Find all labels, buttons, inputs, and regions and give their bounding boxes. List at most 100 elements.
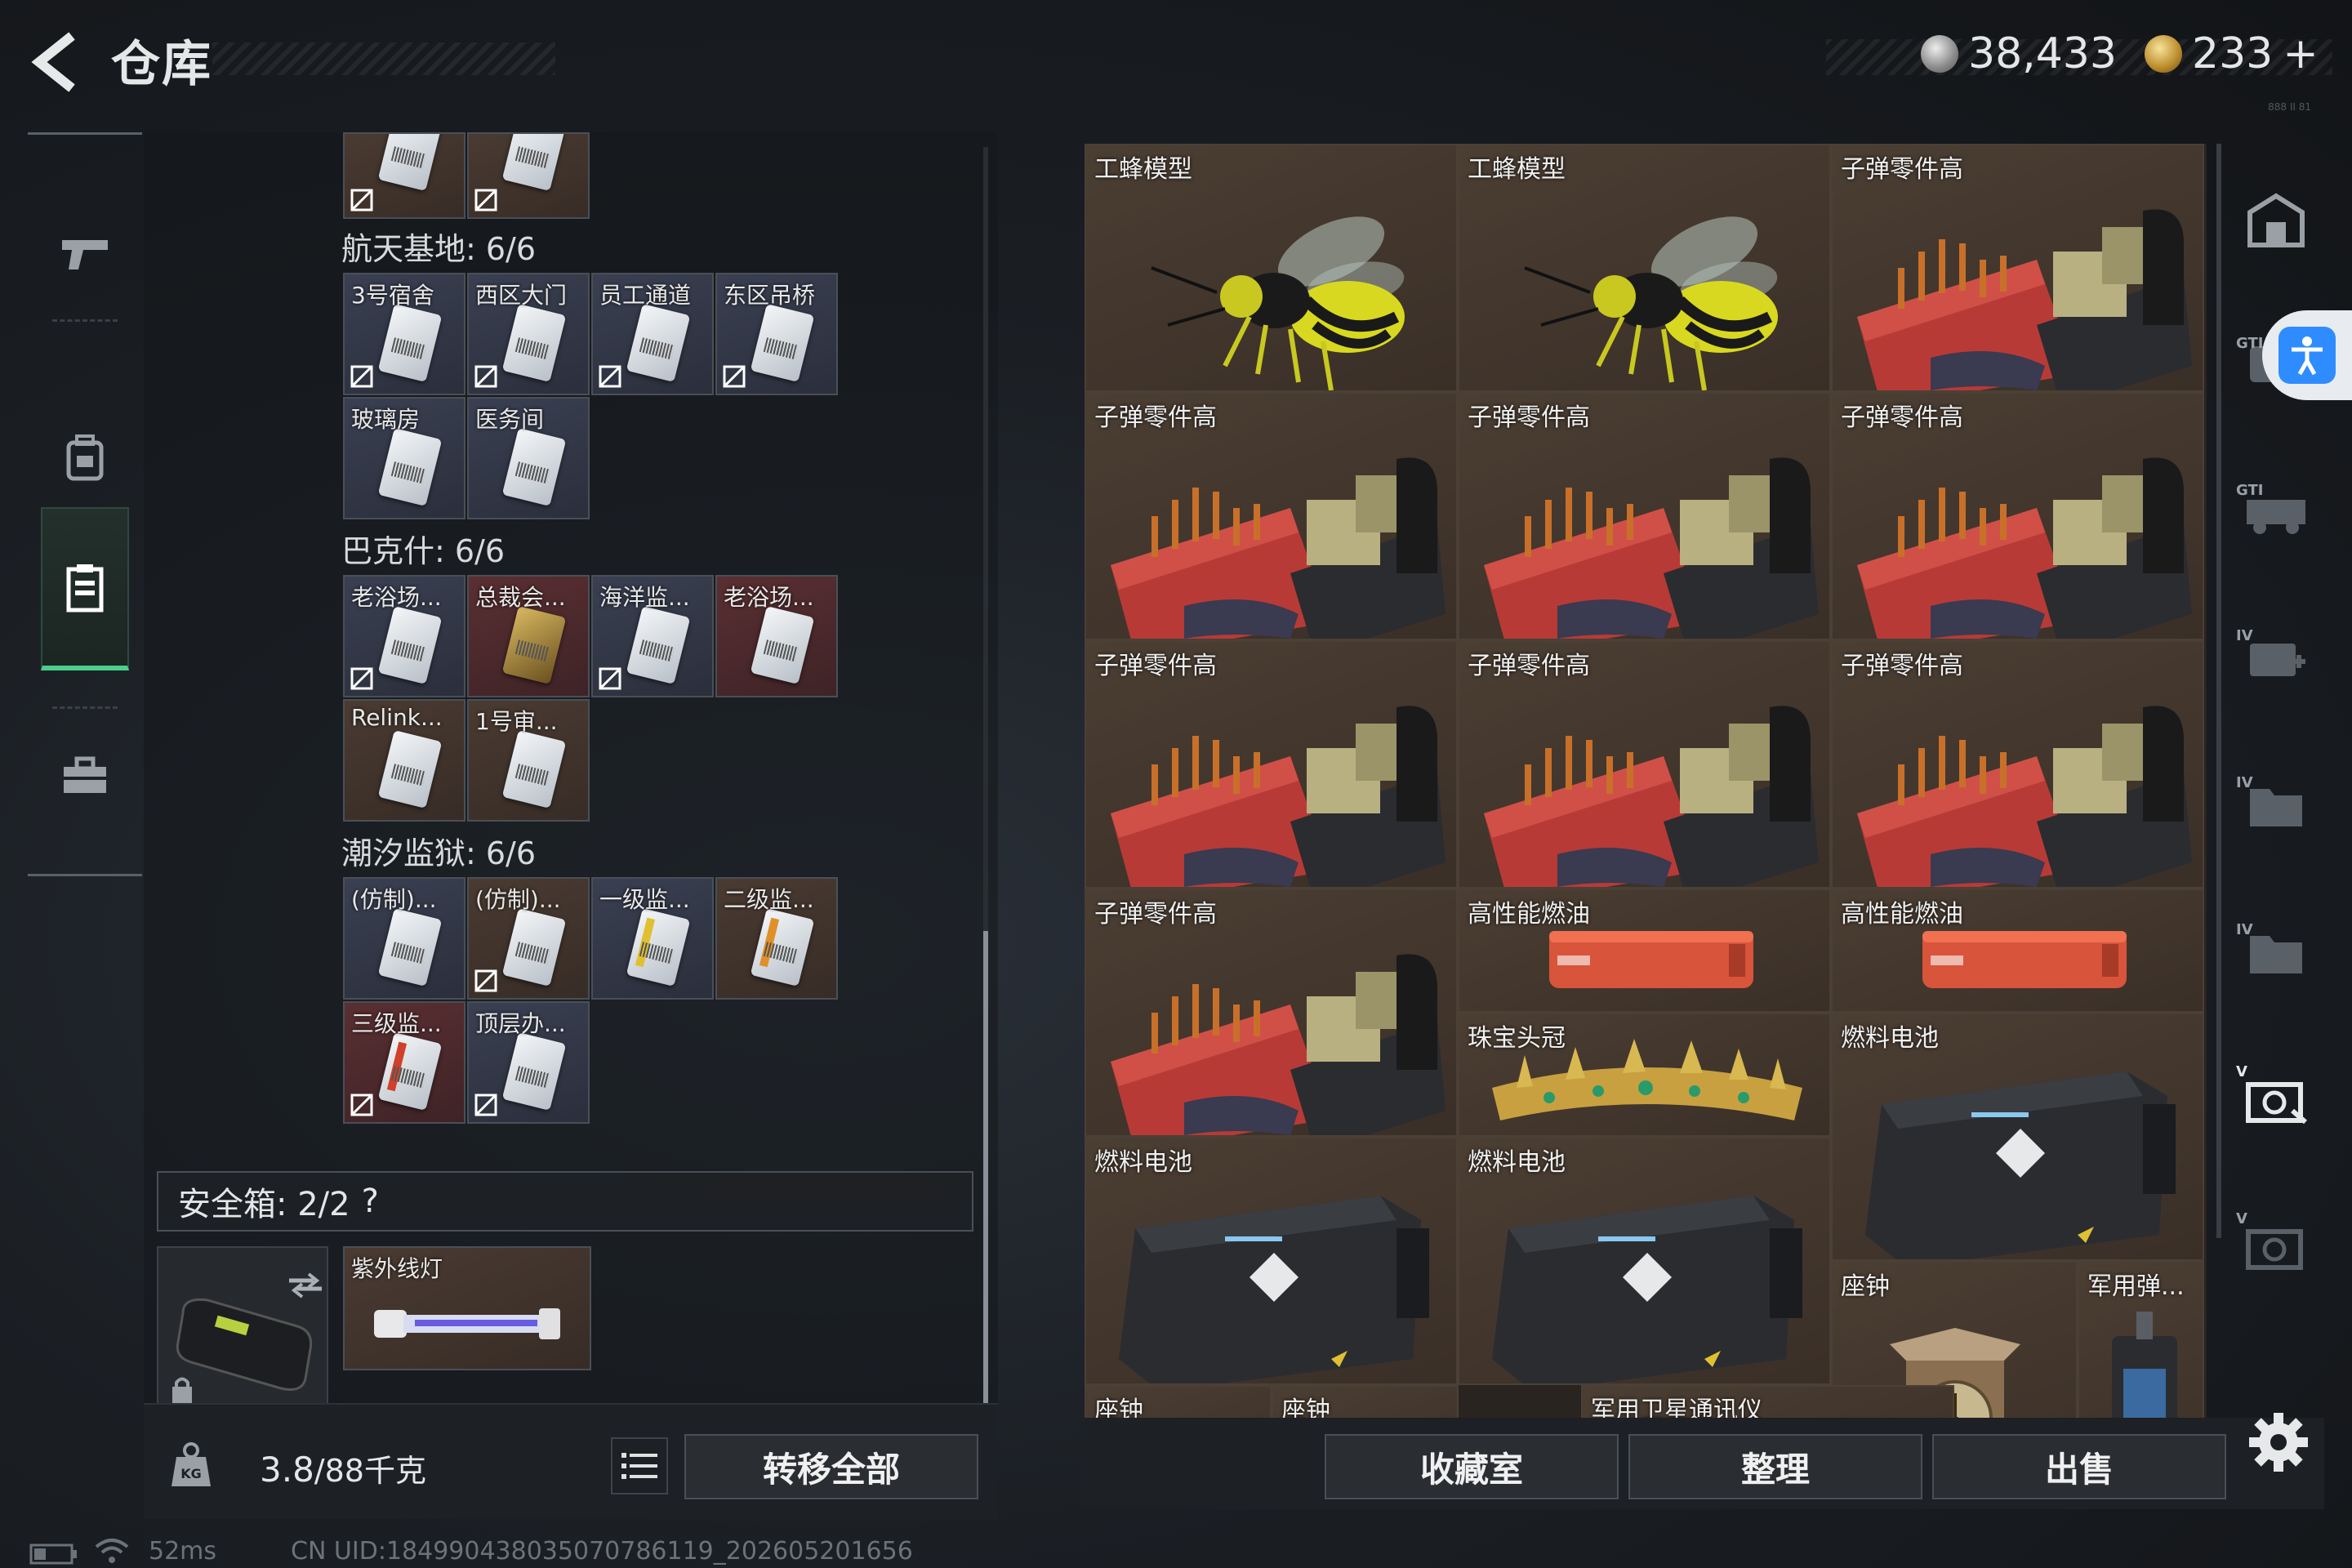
keycard-item[interactable]: 总裁会... xyxy=(467,575,590,697)
storage-item[interactable]: 子弹零件高 xyxy=(1458,640,1831,889)
keycard-item[interactable]: (仿制)... xyxy=(343,877,466,1000)
ping-text: 52ms xyxy=(149,1537,217,1566)
untradeable-icon xyxy=(599,667,621,690)
sell-button[interactable]: 出售 xyxy=(1932,1434,2226,1499)
ammo-parts-image xyxy=(1111,954,1446,1135)
storage-item[interactable]: 子弹零件高 xyxy=(1831,144,2204,392)
rnav-home[interactable] xyxy=(2231,175,2321,265)
camera-icon xyxy=(2246,1082,2307,1125)
collection-room-button[interactable]: 收藏室 xyxy=(1325,1434,1619,1499)
storage-item[interactable]: 工蜂模型 xyxy=(1458,144,1831,392)
organize-button[interactable]: 整理 xyxy=(1628,1434,1922,1499)
toolbox-icon xyxy=(64,756,106,793)
storage-scrollbar[interactable] xyxy=(2216,144,2221,1238)
keycard-item[interactable]: 西区大门 xyxy=(467,273,590,395)
fuel-battery-image xyxy=(1492,1196,1802,1383)
storage-item[interactable]: 子弹零件高 xyxy=(1085,392,1458,640)
item-label: 老浴场... xyxy=(351,584,442,611)
keycard-item[interactable]: (仿制)... xyxy=(467,877,590,1000)
keycard-item[interactable]: 老浴场... xyxy=(343,575,466,697)
storage-item[interactable]: 珠宝头冠 xyxy=(1458,1013,1831,1137)
storage-item[interactable]: 子弹零件高 xyxy=(1085,640,1458,889)
rnav-slot-7[interactable]: V xyxy=(2231,1200,2321,1290)
rnav-slot-4[interactable]: IV xyxy=(2231,760,2321,849)
item-label: 子弹零件高 xyxy=(1094,403,1217,432)
storage-item[interactable]: 燃料电池 xyxy=(1458,1137,1831,1385)
svg-text:KG: KG xyxy=(180,1466,202,1481)
back-arrow-icon[interactable] xyxy=(24,29,90,95)
item-label: 子弹零件高 xyxy=(1841,155,1963,184)
keycard-item[interactable]: 老浴场... xyxy=(715,575,838,697)
storage-item[interactable]: 子弹零件高 xyxy=(1831,640,2204,889)
keycard-image xyxy=(501,1031,567,1111)
item-label: 子弹零件高 xyxy=(1468,652,1590,680)
item-label: 3号宿舍 xyxy=(351,282,434,309)
item-label: 东区吊桥 xyxy=(724,282,816,309)
item-label: 燃料电池 xyxy=(1094,1148,1192,1177)
rnav-slot-5[interactable]: IV xyxy=(2231,906,2321,996)
safe-box-bar: 安全箱: 2/2 ? xyxy=(157,1171,973,1232)
item-label: 燃料电池 xyxy=(1841,1024,1939,1053)
folder-icon xyxy=(2250,936,2302,973)
keycard-item[interactable]: 玻璃房 xyxy=(343,397,466,519)
keycard-item[interactable]: 员工通道 xyxy=(591,273,714,395)
storage-item[interactable]: 高性能燃油 xyxy=(1831,889,2204,1013)
list-view-button[interactable] xyxy=(611,1437,668,1494)
add-currency-button[interactable]: + xyxy=(2283,29,2319,78)
item-label: 老浴场... xyxy=(724,584,814,611)
silver-currency: 38,433 xyxy=(1921,29,2117,78)
storage-item[interactable]: 座钟 xyxy=(1085,1385,1272,1418)
keycard-item[interactable]: 1号审... xyxy=(467,699,590,822)
keycard-item[interactable]: 一级监... xyxy=(591,877,714,1000)
safe-case-slot[interactable] xyxy=(157,1246,328,1418)
item-label: (仿制)... xyxy=(475,886,561,913)
rnav-slot-6[interactable]: V xyxy=(2231,1054,2321,1143)
storage-item[interactable]: 军用卫星通讯仪 xyxy=(1581,1385,1954,1418)
storage-item[interactable]: 工蜂模型 xyxy=(1085,144,1458,392)
ammo-parts-image xyxy=(1484,706,1819,887)
rnav-slot-3[interactable]: IV xyxy=(2231,612,2321,702)
keycard-item[interactable]: 3号宿舍 xyxy=(343,273,466,395)
rnav-slot-2[interactable]: GTI xyxy=(2231,466,2321,555)
uv-lamp-image xyxy=(374,1308,560,1339)
nav-weapons[interactable] xyxy=(41,208,129,298)
storage-item[interactable]: 子弹零件高 xyxy=(1085,889,1458,1137)
silver-amount: 38,433 xyxy=(1968,29,2117,78)
storage-item[interactable]: 子弹零件高 xyxy=(1458,392,1831,640)
storage-item[interactable]: 燃料电池 xyxy=(1831,1013,2204,1261)
storage-item[interactable]: 燃料电池 xyxy=(1085,1137,1458,1385)
storage-item[interactable]: 子弹零件高 xyxy=(1831,392,2204,640)
inventory-scrollbar-thumb[interactable] xyxy=(983,931,988,1421)
untradeable-icon xyxy=(350,189,373,212)
item-label: 1号审... xyxy=(475,708,558,735)
storage-item[interactable]: 高性能燃油 xyxy=(1458,889,1831,1013)
nav-equipment[interactable] xyxy=(41,412,129,502)
transfer-all-button[interactable]: 转移全部 xyxy=(684,1434,978,1499)
accessibility-button[interactable] xyxy=(2262,310,2352,400)
keycard-item[interactable]: 医务间 xyxy=(467,397,590,519)
item-label: 军用弹... xyxy=(2087,1272,2185,1301)
keycard-image xyxy=(501,427,567,507)
safe-box-help-button[interactable]: ? xyxy=(362,1183,379,1220)
nav-items[interactable] xyxy=(41,507,129,670)
keycard-item[interactable]: Relink... xyxy=(343,699,466,822)
keycard-item[interactable] xyxy=(343,132,466,219)
keycard-item[interactable]: 二级监... xyxy=(715,877,838,1000)
keycard-item[interactable] xyxy=(467,132,590,219)
keycard-item[interactable]: 顶层办... xyxy=(467,1001,590,1124)
keycard-item[interactable]: 三级监... xyxy=(343,1001,466,1124)
backpack-icon xyxy=(66,434,104,481)
weight-current: 3.8 xyxy=(260,1450,314,1490)
uv-lamp-item[interactable]: 紫外线灯 xyxy=(343,1246,591,1370)
item-label: 座钟 xyxy=(1841,1272,1890,1301)
gear-icon[interactable] xyxy=(2246,1410,2311,1475)
gold-currency: 233 + xyxy=(2145,29,2319,78)
keycard-image xyxy=(377,427,443,507)
storage-item[interactable]: 军用弹... xyxy=(2078,1261,2204,1418)
keycard-image xyxy=(377,907,443,987)
keycard-item[interactable]: 海洋监... xyxy=(591,575,714,697)
rnav-label: V xyxy=(2236,1210,2247,1227)
storage-item[interactable]: 座钟 xyxy=(1272,1385,1459,1418)
nav-tools[interactable] xyxy=(41,731,129,821)
keycard-item[interactable]: 东区吊桥 xyxy=(715,273,838,395)
